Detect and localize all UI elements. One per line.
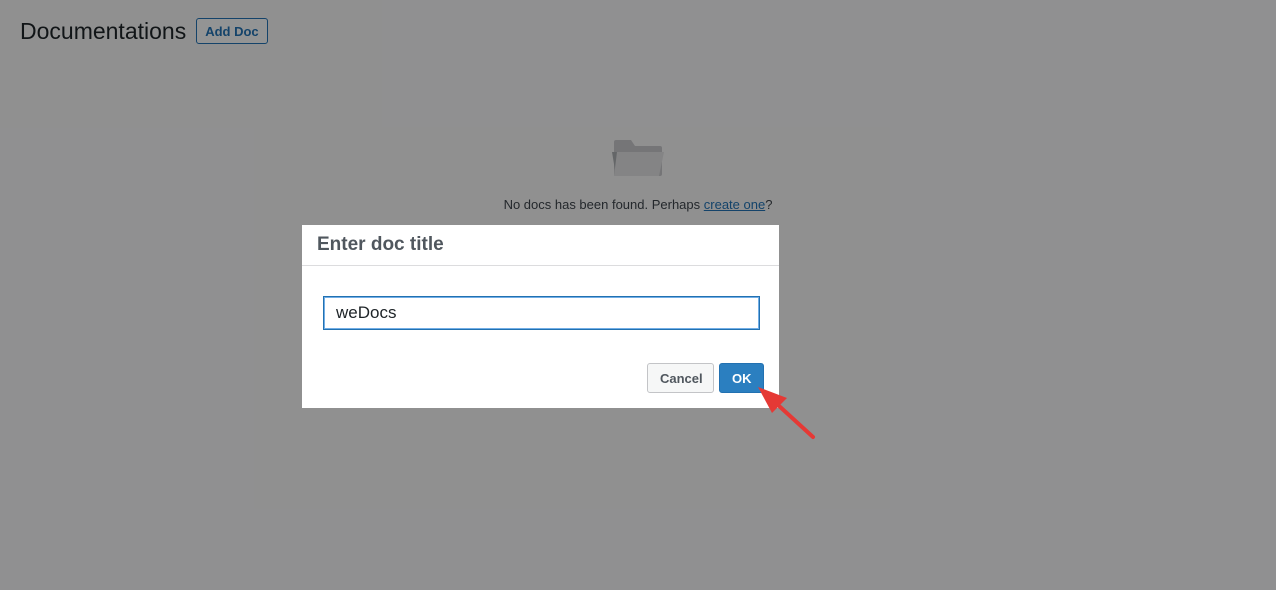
enter-doc-title-dialog: Enter doc title Cancel OK <box>302 225 779 408</box>
doc-title-input[interactable] <box>323 296 760 330</box>
red-arrow-icon <box>758 387 815 439</box>
cancel-button[interactable]: Cancel <box>647 363 714 393</box>
dialog-header: Enter doc title <box>302 225 779 266</box>
dialog-actions: Cancel OK <box>647 363 764 393</box>
dialog-title: Enter doc title <box>317 234 444 255</box>
